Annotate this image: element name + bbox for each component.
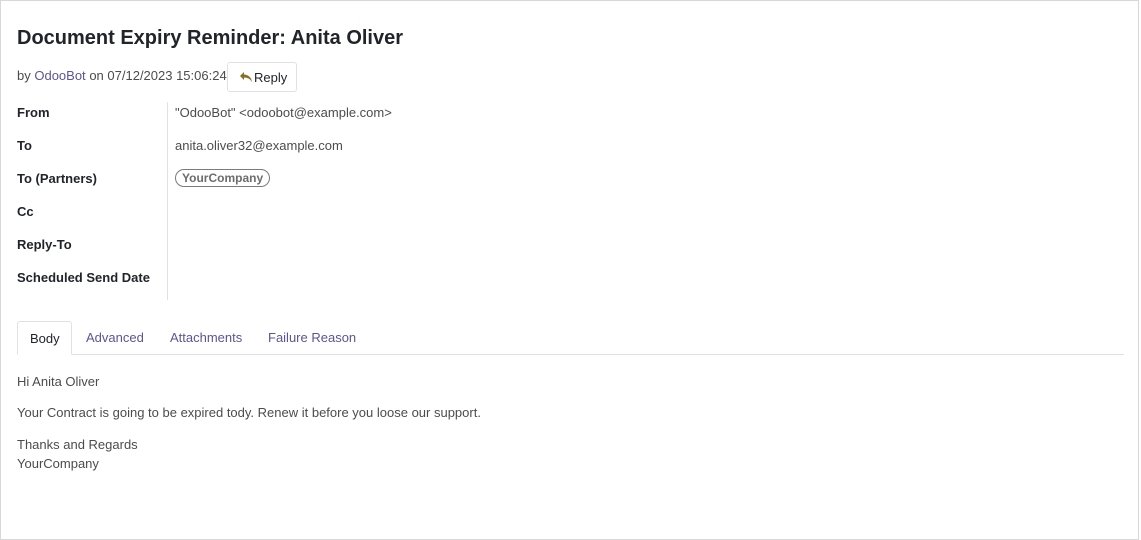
body-closing: Thanks and Regards: [17, 437, 138, 452]
to-partners-value: YourCompany: [175, 169, 271, 189]
message-body: Hi Anita Oliver Your Contract is going t…: [17, 372, 481, 473]
body-greeting: Hi Anita Oliver: [17, 374, 100, 389]
scheduled-send-date-label: Scheduled Send Date: [17, 270, 150, 285]
tab-failure-reason[interactable]: Failure Reason: [268, 321, 356, 354]
cc-label: Cc: [17, 204, 34, 219]
body-signature: YourCompany: [17, 456, 99, 471]
reply-arrow-icon: [239, 71, 253, 83]
body-line: Your Contract is going to be expired tod…: [17, 405, 481, 420]
reply-button-label: Reply: [254, 69, 288, 85]
message-byline: by OdooBot on 07/12/2023 15:06:24: [17, 68, 227, 83]
by-label: by: [17, 68, 31, 83]
on-label: on: [89, 68, 104, 83]
message-form-sheet: Document Expiry Reminder: Anita Oliver b…: [0, 0, 1139, 540]
page-title: Document Expiry Reminder: Anita Oliver: [17, 27, 404, 49]
reply-to-label: Reply-To: [17, 237, 72, 252]
from-label: From: [17, 105, 50, 120]
notebook-tabs: Body Advanced Attachments Failure Reason: [17, 321, 1124, 355]
author-link[interactable]: OdooBot: [34, 68, 85, 83]
to-partners-label: To (Partners): [17, 171, 97, 186]
partner-tag[interactable]: YourCompany: [175, 169, 271, 187]
from-value[interactable]: "OdooBot" <odoobot@example.com>: [175, 105, 392, 120]
message-date: 07/12/2023 15:06:24: [107, 68, 227, 83]
tab-attachments[interactable]: Attachments: [170, 321, 242, 354]
tab-advanced[interactable]: Advanced: [86, 321, 144, 354]
reply-button[interactable]: Reply: [227, 62, 298, 92]
tab-body[interactable]: Body: [17, 321, 72, 355]
field-separator: [167, 102, 168, 300]
to-value[interactable]: anita.oliver32@example.com: [175, 138, 343, 153]
to-label: To: [17, 138, 32, 153]
